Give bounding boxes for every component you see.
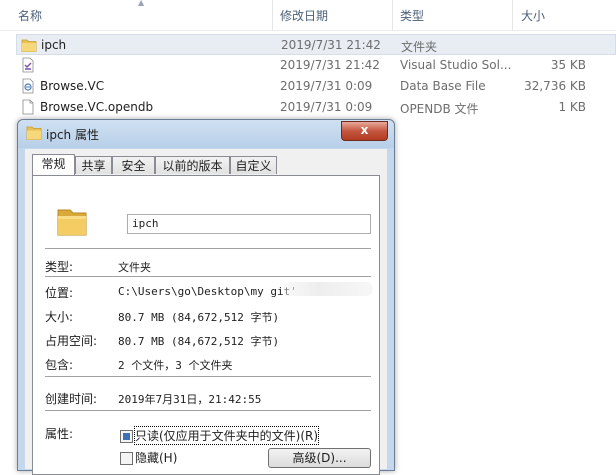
size-label: 大小: (45, 310, 74, 324)
file-name: Browse.VC (40, 79, 105, 93)
sort-up-icon: ▲ (138, 0, 145, 7)
disk-size-label: 占用空间: (45, 334, 98, 348)
size-value: 80.7 MB (84,672,512 字节) (118, 311, 280, 324)
contains-label: 包含: (45, 358, 74, 372)
dialog-title: ipch 属性 (46, 128, 99, 142)
file-size: 1 KB (558, 100, 586, 114)
close-button[interactable]: x (341, 121, 388, 141)
readonly-checkbox[interactable] (120, 430, 133, 443)
type-label: 类型: (45, 260, 74, 274)
file-type: 文件夹 (401, 40, 438, 54)
file-date: 2019/7/31 0:09 (280, 79, 373, 93)
disk-size-value: 80.7 MB (84,672,512 字节) (118, 335, 280, 348)
dialog-body: 常规 共享 安全 以前的版本 自定义 ipch 类型: 文件夹 位置: C:\U… (25, 149, 387, 475)
folder-name-input[interactable]: ipch (127, 214, 371, 234)
hidden-checkbox[interactable] (120, 452, 133, 465)
file-size: 32,736 KB (524, 79, 586, 93)
location-label: 位置: (45, 286, 74, 300)
tab-security[interactable]: 安全 (112, 156, 155, 174)
separator (45, 276, 371, 277)
file-type: OPENDB 文件 (400, 102, 479, 116)
separator (45, 248, 371, 249)
separator (45, 376, 371, 377)
separator (45, 410, 371, 411)
file-name: Browse.VC.opendb (40, 100, 154, 114)
folder-icon (57, 209, 87, 236)
vs-solution-icon (22, 57, 34, 73)
database-file-icon (22, 78, 34, 94)
redacted-path-blur (283, 282, 373, 296)
general-tab-panel: ipch 类型: 文件夹 位置: C:\Users\go\Desktop\my … (32, 175, 380, 475)
tab-customize[interactable]: 自定义 (230, 156, 277, 174)
folder-icon (26, 126, 42, 140)
file-size: 35 KB (550, 58, 586, 72)
file-date: 2019/7/31 0:09 (280, 100, 373, 114)
file-type: Data Base File (400, 79, 486, 93)
file-row[interactable]: ipch 2019/7/31 21:42 文件夹 (16, 34, 616, 55)
column-divider[interactable] (512, 0, 513, 30)
type-value: 文件夹 (118, 261, 151, 274)
column-header-size[interactable]: 大小 (521, 7, 545, 24)
contains-value: 2 个文件，3 个文件夹 (118, 359, 233, 372)
folder-icon (21, 39, 37, 52)
tab-previous-versions[interactable]: 以前的版本 (155, 156, 230, 174)
tab-sharing[interactable]: 共享 (75, 156, 112, 174)
blank-file-icon (22, 99, 34, 115)
properties-dialog: ipch 属性 x 常规 共享 安全 以前的版本 自定义 ipch 类型: 文件… (17, 119, 395, 475)
column-header-name[interactable]: 名称 (18, 7, 42, 24)
attributes-label: 属性: (45, 427, 74, 441)
created-label: 创建时间: (45, 392, 98, 406)
file-row[interactable]: Browse.VC 2019/7/31 0:09 Data Base File … (16, 76, 616, 97)
column-header-type[interactable]: 类型 (400, 7, 424, 24)
location-value: C:\Users\go\Desktop\my git' (118, 285, 297, 298)
hidden-label[interactable]: 隐藏(H) (135, 449, 177, 466)
advanced-button[interactable]: 高级(D)... (268, 448, 371, 468)
file-type: Visual Studio Sol... (400, 58, 512, 72)
file-name: ipch (41, 38, 67, 52)
file-date: 2019/7/31 21:42 (280, 58, 380, 72)
readonly-label[interactable]: 只读(仅应用于文件夹中的文件)(R) (133, 426, 320, 445)
file-date: 2019/7/31 21:42 (281, 38, 381, 52)
column-divider[interactable] (272, 0, 273, 30)
tab-general[interactable]: 常规 (32, 154, 75, 176)
created-value: 2019年7月31日，21:42:55 (118, 393, 262, 406)
column-header-date[interactable]: 修改日期 (280, 7, 328, 24)
dialog-titlebar[interactable]: ipch 属性 x (18, 120, 394, 148)
file-row[interactable]: Browse.VC.opendb 2019/7/31 0:09 OPENDB 文… (16, 97, 616, 118)
file-row[interactable]: 2019/7/31 21:42 Visual Studio Sol... 35 … (16, 55, 616, 76)
column-headers: 名称 ▲ 修改日期 类型 大小 (0, 0, 616, 31)
column-divider[interactable] (392, 0, 393, 30)
